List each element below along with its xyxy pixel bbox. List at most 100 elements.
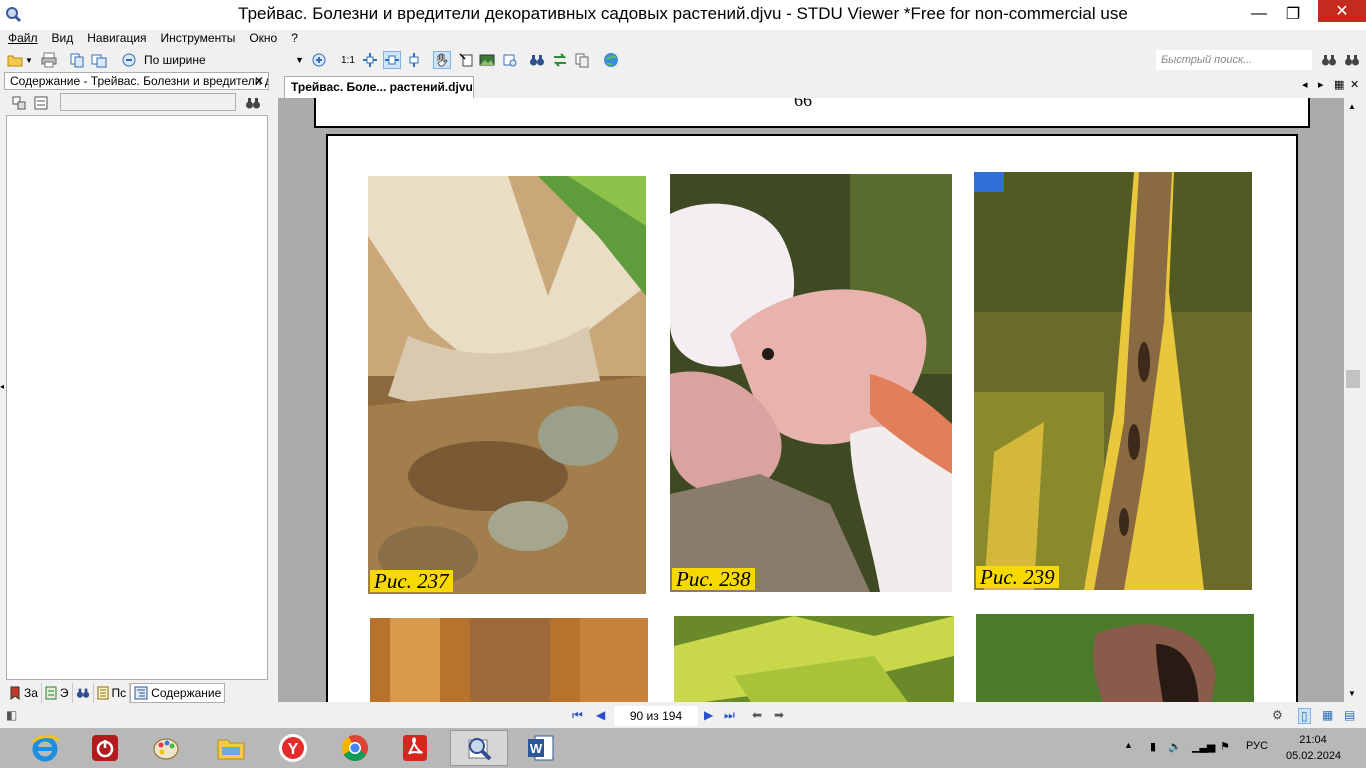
menu-tools[interactable]: Инструменты — [154, 30, 243, 48]
action-center-icon[interactable]: ⚑ — [1220, 740, 1230, 753]
tab-contents[interactable]: Содержание — [130, 683, 226, 703]
image-select-icon[interactable] — [478, 51, 496, 69]
tab-prev-icon[interactable]: ◂ — [1302, 78, 1308, 91]
menu-help[interactable]: ? — [284, 30, 305, 48]
document-viewer[interactable]: 66 Рис. 237 Рис. 238 Рис. 239 — [278, 98, 1344, 702]
single-page-view-icon[interactable]: ▯ — [1298, 708, 1311, 724]
fit-width-icon[interactable] — [383, 51, 401, 69]
quick-search-input[interactable]: Быстрый поиск... — [1156, 50, 1312, 70]
web-update-icon[interactable] — [602, 51, 620, 69]
menu-view[interactable]: Вид — [45, 30, 81, 48]
select-text-icon[interactable] — [90, 51, 108, 69]
menu-file[interactable]: Файл — [0, 30, 45, 48]
open-dropdown-icon[interactable]: ▼ — [24, 51, 34, 69]
expand-all-icon[interactable] — [10, 94, 28, 112]
actual-size-button[interactable]: 1:1 — [339, 51, 357, 69]
contents-search-icon[interactable] — [244, 94, 262, 112]
power-icon[interactable] — [76, 730, 134, 766]
tab-list-icon[interactable]: ▦ — [1334, 78, 1344, 91]
volume-icon[interactable]: 🔈 — [1168, 740, 1182, 753]
maximize-button[interactable]: ❐ — [1270, 0, 1316, 28]
tab-thumbnails[interactable]: Э — [42, 683, 73, 703]
snapshot-icon[interactable] — [501, 51, 519, 69]
forward-icon[interactable]: ➡ — [774, 708, 784, 722]
fit-height-icon[interactable] — [405, 51, 423, 69]
internet-explorer-icon[interactable] — [16, 730, 74, 766]
pdf-reader-icon[interactable] — [386, 730, 444, 766]
left-panel-header: Содержание - Трейвас. Болезни и вредител… — [4, 72, 269, 90]
menu-window[interactable]: Окно — [242, 30, 284, 48]
clock-date: 05.02.2024 — [1286, 750, 1342, 762]
binoculars-icon — [76, 688, 89, 698]
print-icon[interactable] — [40, 51, 58, 69]
tab-search-results[interactable]: Пс — [94, 683, 131, 703]
current-page: Рис. 237 Рис. 238 Рис. 239 — [326, 134, 1298, 702]
word-icon[interactable]: W — [512, 730, 570, 766]
chrome-icon[interactable] — [326, 730, 384, 766]
open-folder-icon[interactable] — [6, 51, 24, 69]
zoom-select[interactable]: По ширине ▼ — [140, 50, 306, 70]
first-page-icon[interactable]: ⏮ — [572, 708, 583, 723]
contents-search-input[interactable] — [60, 93, 236, 111]
clock[interactable]: 21:04 05.02.2024 — [1286, 732, 1342, 764]
bookmark-icon — [10, 686, 20, 700]
zoom-out-icon[interactable] — [120, 51, 138, 69]
back-icon[interactable]: ⬅ — [752, 708, 762, 722]
previous-page: 66 — [314, 98, 1310, 128]
page-number: 66 — [794, 98, 812, 110]
hide-panel-icon[interactable]: ◧ — [6, 708, 17, 722]
file-explorer-icon[interactable] — [202, 730, 260, 766]
close-button[interactable]: ✕ — [1318, 0, 1366, 22]
contents-tree[interactable] — [6, 115, 268, 680]
figure-237-caption: Рис. 237 — [370, 570, 453, 592]
figure-lower-right-image — [976, 614, 1254, 702]
left-panel: Содержание - Трейвас. Болезни и вредител… — [4, 72, 269, 704]
copy-page-icon[interactable] — [68, 51, 86, 69]
figure-lower-left-image — [370, 618, 648, 702]
last-page-icon[interactable]: ⏭ — [724, 708, 735, 723]
find-replace-icon[interactable] — [551, 51, 569, 69]
fit-page-icon[interactable] — [361, 51, 379, 69]
yandex-browser-icon[interactable]: Y — [264, 730, 322, 766]
collapse-all-icon[interactable] — [32, 94, 50, 112]
panel-splitter-arrow[interactable]: ◂ — [0, 382, 4, 391]
language-indicator[interactable]: РУС — [1246, 740, 1268, 752]
two-page-view-icon[interactable]: ▦ — [1322, 708, 1333, 722]
figure-238-photo: Рис. 238 — [670, 174, 952, 592]
hand-tool-icon[interactable] — [433, 51, 451, 69]
figure-lower-left-photo — [370, 618, 648, 702]
tray-expand-icon[interactable]: ▲ — [1124, 740, 1133, 750]
scroll-thumb[interactable] — [1346, 370, 1360, 388]
continuous-view-icon[interactable]: ▤ — [1344, 708, 1355, 722]
paint-icon[interactable] — [138, 730, 196, 766]
stdu-viewer-icon[interactable] — [450, 730, 508, 766]
tab-bookmarks[interactable]: За — [6, 683, 42, 703]
select-tool-icon[interactable] — [457, 51, 475, 69]
battery-icon[interactable]: ▮ — [1150, 740, 1156, 753]
prev-page-icon[interactable]: ◀ — [596, 708, 605, 722]
network-icon[interactable]: ▁▃▅ — [1192, 740, 1215, 753]
find-icon[interactable] — [528, 51, 546, 69]
page-number-input[interactable]: 90 из 194 — [614, 706, 698, 726]
copy-icon[interactable] — [573, 51, 591, 69]
tab-next-icon[interactable]: ▸ — [1318, 78, 1324, 91]
contents-icon — [134, 686, 148, 700]
menu-navigation[interactable]: Навигация — [80, 30, 153, 48]
scroll-up-icon[interactable]: ▲ — [1348, 102, 1356, 111]
settings-icon[interactable]: ⚙ — [1272, 708, 1283, 722]
taskbar: Y W ▲ ▮ 🔈 ▁▃▅ ⚑ РУС 21:04 05.02.2024 — [0, 728, 1366, 768]
figure-lower-right-photo — [976, 614, 1254, 702]
tab-close-icon[interactable]: ✕ — [1350, 78, 1359, 91]
quick-search-binoculars-icon[interactable] — [1320, 51, 1338, 69]
zoom-in-icon[interactable] — [310, 51, 328, 69]
close-icon[interactable]: ✕ — [254, 73, 264, 89]
search-results-icon — [97, 686, 109, 700]
tab-contents-label: Содержание — [151, 686, 222, 700]
document-tab[interactable]: Трейвас. Боле... растений.djvu — [284, 76, 474, 98]
vertical-scrollbar[interactable]: ▲ ▼ — [1344, 98, 1364, 702]
scroll-down-icon[interactable]: ▼ — [1348, 689, 1356, 698]
next-page-icon[interactable]: ▶ — [704, 708, 713, 722]
tab-search[interactable] — [73, 683, 94, 703]
quick-search-options-icon[interactable] — [1343, 51, 1361, 69]
left-panel-toolbar — [4, 92, 269, 114]
